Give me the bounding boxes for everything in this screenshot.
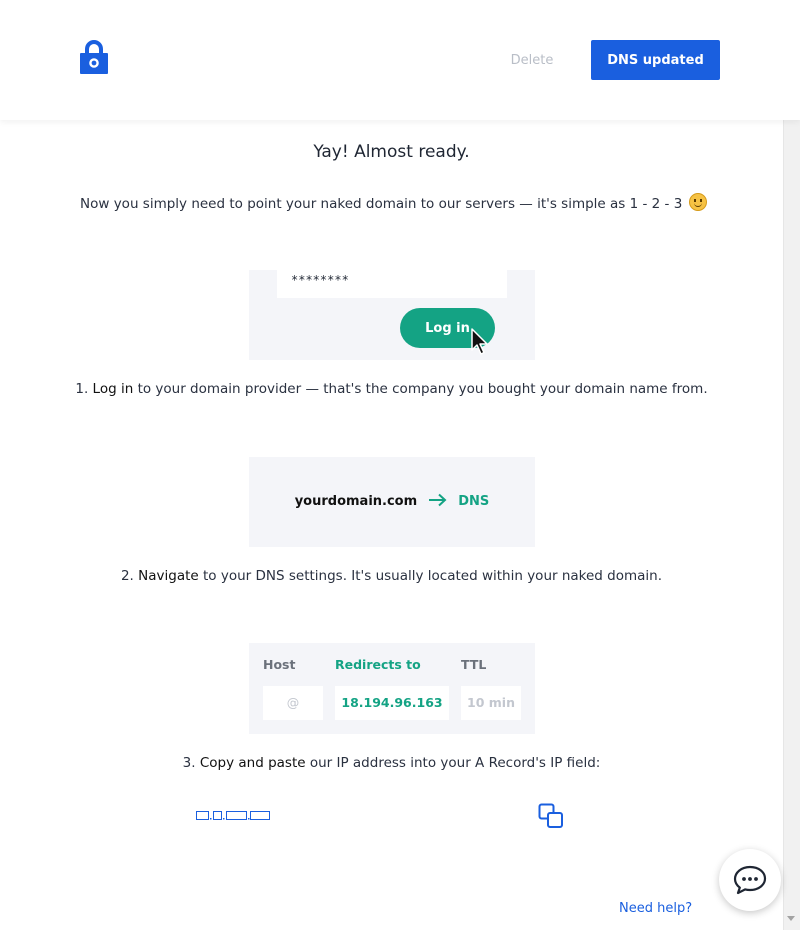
column-ttl: TTL bbox=[461, 657, 487, 672]
step-2-bold: Navigate bbox=[138, 568, 199, 584]
delete-button[interactable]: Delete bbox=[496, 44, 568, 76]
padlock-icon[interactable] bbox=[80, 40, 108, 74]
column-redirects-to: Redirects to bbox=[335, 657, 421, 672]
header: Delete DNS updated bbox=[0, 0, 800, 120]
chat-button[interactable] bbox=[719, 849, 781, 911]
column-host: Host bbox=[263, 657, 296, 672]
login-illustration: ******** Log in bbox=[249, 270, 535, 360]
page-title: Yay! Almost ready. bbox=[313, 142, 470, 162]
scroll-down-arrow-icon[interactable] bbox=[787, 916, 795, 921]
dns-updated-button[interactable]: DNS updated bbox=[591, 40, 720, 80]
dns-label: DNS bbox=[458, 494, 490, 509]
need-help-link[interactable]: Need help? bbox=[619, 901, 692, 916]
password-field-illustration: ******** bbox=[277, 270, 507, 298]
step-3-bold: Copy and paste bbox=[199, 755, 306, 771]
intro-text: Now you simply need to point your naked … bbox=[80, 193, 740, 212]
step-3-number: 3. bbox=[182, 755, 196, 771]
step-3-description: our IP address into your A Record's IP f… bbox=[309, 755, 601, 771]
step-2-number: 2. bbox=[120, 568, 134, 584]
scrollbar[interactable] bbox=[783, 120, 800, 930]
chat-bubble-icon bbox=[733, 865, 767, 895]
domain-label: yourdomain.com bbox=[294, 494, 418, 509]
step-3-text: 3. Copy and paste our IP address into yo… bbox=[0, 755, 783, 771]
cell-ttl: 10 min bbox=[461, 686, 521, 720]
copy-icon[interactable] bbox=[538, 803, 564, 829]
cell-ip-address: 18.194.96.163 bbox=[335, 686, 449, 720]
step-2-description: to your DNS settings. It's usually locat… bbox=[203, 568, 663, 584]
intro-label: Now you simply need to point your naked … bbox=[80, 196, 683, 212]
cell-host: @ bbox=[263, 686, 323, 720]
mouse-pointer-icon bbox=[471, 328, 488, 355]
ip-address-placeholder bbox=[196, 811, 270, 820]
step-1-number: 1. bbox=[75, 381, 89, 397]
navigate-path: yourdomain.com DNS bbox=[249, 493, 535, 509]
step-1-bold: Log in bbox=[92, 381, 134, 397]
smiley-icon bbox=[688, 193, 707, 211]
step-1-text: 1. Log in to your domain provider — that… bbox=[0, 381, 783, 397]
step-1-description: to your domain provider — that's the com… bbox=[137, 381, 708, 397]
a-record-illustration: Host Redirects to TTL @ 18.194.96.163 10… bbox=[249, 643, 535, 734]
navigate-illustration: yourdomain.com DNS bbox=[249, 457, 535, 547]
arrow-right-icon bbox=[428, 493, 447, 507]
step-2-text: 2. Navigate to your DNS settings. It's u… bbox=[0, 568, 783, 584]
